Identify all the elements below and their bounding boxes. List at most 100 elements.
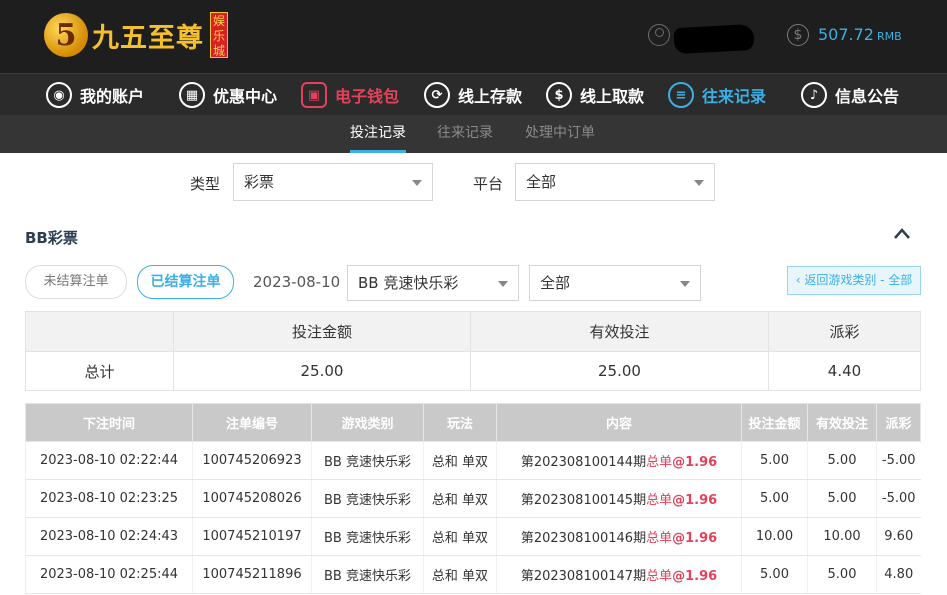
column-header: 注单编号 (192, 403, 312, 442)
cell-id: 100745208026 (192, 479, 312, 518)
nav-promotions[interactable]: ▦ 优惠中心 (179, 74, 277, 116)
cell-content: 第202308100146期总单@1.96 (496, 517, 742, 556)
cell-game: BB 竞速快乐彩 (311, 517, 424, 556)
summary-value: 4.40 (768, 351, 921, 391)
tab-pending-orders[interactable]: 处理中订单 (525, 115, 595, 153)
chevron-down-icon (498, 281, 508, 287)
cell-play: 总和 单双 (423, 555, 497, 594)
deposit-icon: ⟳ (424, 82, 450, 108)
summary-header-cell: 投注金额 (173, 311, 471, 352)
cell-bet: 5.00 (741, 479, 808, 518)
sub-nav: 投注记录 往来记录 处理中订单 (0, 115, 947, 153)
game-select[interactable]: BB 竞速快乐彩 (347, 265, 519, 301)
main-nav: ◉ 我的账户 ▦ 优惠中心 ▣ 电子钱包 ⟳ 线上存款 $ 线上取款 ≡ 往来记录 ♪ 信息公… (0, 73, 947, 115)
site-logo[interactable]: 5 九五至尊 娱乐城 (44, 10, 228, 60)
nav-my-account[interactable]: ◉ 我的账户 (46, 74, 144, 116)
table-row: 2023-08-10 02:23:25 100745208026 BB 竞速快乐… (25, 479, 921, 518)
cell-play: 总和 单双 (423, 441, 497, 480)
settled-bets-button[interactable]: 已结算注单 (137, 265, 234, 299)
platform-select-value: 全部 (526, 173, 557, 191)
cell-play: 总和 单双 (423, 479, 497, 518)
column-header: 内容 (496, 403, 742, 442)
nav-deposit[interactable]: ⟳ 线上存款 (424, 74, 522, 116)
summary-header-cell: 派彩 (768, 311, 921, 352)
logo-text: 九五至尊 (92, 22, 204, 54)
nav-e-wallet[interactable]: ▣ 电子钱包 (301, 74, 399, 116)
cell-id: 100745211896 (192, 555, 312, 594)
content-issue: 第202308100144期 (520, 455, 647, 470)
cell-bet: 5.00 (741, 441, 808, 480)
content-issue: 第202308100145期 (520, 493, 647, 508)
tab-bet-records[interactable]: 投注记录 (350, 115, 406, 153)
cell-id: 100745206923 (192, 441, 312, 480)
chevron-up-icon[interactable] (894, 226, 910, 242)
records-icon: ≡ (668, 82, 694, 108)
balance-amount: 507.72 (818, 25, 874, 44)
column-header: 有效投注 (807, 403, 877, 442)
section-title: BB彩票 (25, 229, 78, 247)
content-odds: @1.96 (672, 569, 718, 584)
cell-time: 2023-08-10 02:24:43 (25, 517, 193, 556)
column-header: 派彩 (876, 403, 921, 442)
platform-select[interactable]: 全部 (515, 163, 715, 201)
table-row: 2023-08-10 02:25:44 100745211896 BB 竞速快乐… (25, 555, 921, 594)
nav-label: 线上取款 (580, 87, 645, 106)
nav-label: 电子钱包 (335, 87, 400, 106)
cell-game: BB 竞速快乐彩 (311, 479, 424, 518)
column-header: 下注时间 (25, 403, 193, 442)
play-select-value: 全部 (540, 274, 571, 292)
content-odds: @1.96 (672, 531, 718, 546)
dollar-icon: $ (787, 24, 809, 46)
table-row: 2023-08-10 02:24:43 100745210197 BB 竞速快乐… (25, 517, 921, 556)
summary-header-empty (25, 311, 174, 352)
column-header: 玩法 (423, 403, 497, 442)
tab-transaction-records[interactable]: 往来记录 (437, 115, 493, 153)
cell-payout: 4.80 (876, 555, 921, 594)
cell-content: 第202308100145期总单@1.96 (496, 479, 742, 518)
content-pick: 总单 (646, 455, 673, 470)
summary-value: 25.00 (470, 351, 769, 391)
summary-value: 25.00 (173, 351, 471, 391)
cell-valid: 10.00 (807, 517, 877, 556)
cell-bet: 5.00 (741, 555, 808, 594)
nav-label: 信息公告 (835, 87, 900, 106)
content-issue: 第202308100146期 (520, 531, 647, 546)
nav-announcements[interactable]: ♪ 信息公告 (801, 74, 899, 116)
cell-content: 第202308100147期总单@1.96 (496, 555, 742, 594)
content-pick: 总单 (646, 531, 673, 546)
cell-payout: -5.00 (876, 479, 921, 518)
nav-withdraw[interactable]: $ 线上取款 (546, 74, 644, 116)
cell-game: BB 竞速快乐彩 (311, 555, 424, 594)
unsettled-bets-button[interactable]: 未结算注单 (25, 265, 127, 299)
content-pick: 总单 (646, 493, 673, 508)
cell-valid: 5.00 (807, 555, 877, 594)
user-avatar-icon[interactable] (648, 24, 670, 46)
cell-game: BB 竞速快乐彩 (311, 441, 424, 480)
balance-display: 507.72 RMB (818, 25, 902, 44)
content-odds: @1.96 (672, 455, 718, 470)
logo-badge: 娱乐城 (210, 12, 228, 58)
bell-icon: ♪ (801, 82, 827, 108)
content-odds: @1.96 (672, 493, 718, 508)
summary-header-row: 投注金额 有效投注 派彩 (25, 311, 921, 352)
summary-total-row: 总计 25.00 25.00 4.40 (25, 351, 921, 391)
nav-records[interactable]: ≡ 往来记录 (668, 74, 766, 116)
cell-payout: -5.00 (876, 441, 921, 480)
chevron-down-icon (412, 180, 422, 186)
logo-emblem: 5 (44, 13, 88, 57)
type-select-value: 彩票 (244, 173, 275, 191)
type-label: 类型 (190, 175, 221, 193)
game-select-value: BB 竞速快乐彩 (358, 274, 459, 292)
cell-bet: 10.00 (741, 517, 808, 556)
redacted-username (673, 23, 755, 55)
balance-currency: RMB (876, 30, 902, 43)
date-picker[interactable]: 2023-08-10 (253, 273, 340, 291)
play-select[interactable]: 全部 (529, 265, 701, 301)
type-select[interactable]: 彩票 (233, 163, 433, 201)
user-icon: ◉ (46, 82, 72, 108)
cell-time: 2023-08-10 02:23:25 (25, 479, 193, 518)
back-to-categories-button[interactable]: ‹ 返回游戏类别 - 全部 (787, 266, 921, 295)
platform-label: 平台 (473, 175, 504, 193)
cell-time: 2023-08-10 02:25:44 (25, 555, 193, 594)
content-pick: 总单 (646, 569, 673, 584)
